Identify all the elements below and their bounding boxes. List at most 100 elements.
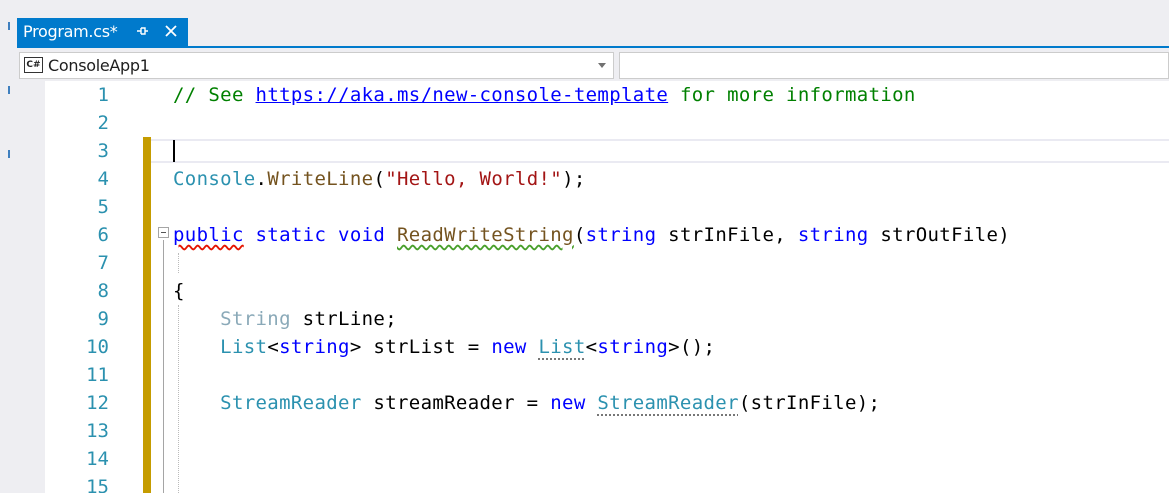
code-line[interactable]: 14: [45, 445, 1169, 473]
code-line[interactable]: 15: [45, 473, 1169, 493]
code-token: new: [491, 336, 539, 358]
line-number: 10: [86, 336, 109, 358]
change-indicator: [143, 417, 151, 445]
collapse-region-icon[interactable]: [158, 227, 169, 238]
code-token: > strList =: [349, 336, 492, 358]
code-token: string: [797, 224, 869, 246]
change-indicator: [143, 165, 151, 193]
code-token: https://aka.ms/new-console-template: [255, 84, 669, 106]
code-line[interactable]: 1 // See https://aka.ms/new-console-templ…: [45, 81, 1169, 109]
line-number: 8: [97, 280, 109, 302]
code-line[interactable]: 11: [45, 361, 1169, 389]
left-toolbox-strip[interactable]: [0, 0, 17, 493]
project-dropdown[interactable]: C# ConsoleApp1: [19, 52, 614, 79]
close-icon[interactable]: [163, 23, 179, 39]
code-line[interactable]: 13: [45, 417, 1169, 445]
code-token: strOutFile): [868, 224, 1011, 246]
line-number: 3: [97, 140, 109, 162]
change-indicator: [143, 389, 151, 417]
tab-program-cs[interactable]: Program.cs*: [17, 18, 188, 46]
code-line[interactable]: 9 String strLine;: [45, 305, 1169, 333]
line-number: 14: [86, 448, 109, 470]
line-number: 2: [97, 112, 109, 134]
code-token: string: [597, 336, 669, 358]
tab-title: Program.cs*: [23, 22, 118, 41]
change-indicator: [143, 249, 151, 277]
member-dropdown[interactable]: [619, 52, 1169, 79]
pin-icon[interactable]: [135, 24, 149, 38]
code-token: {: [173, 280, 185, 302]
chevron-down-icon[interactable]: [598, 63, 606, 68]
code-line[interactable]: 6 public static void ReadWriteString(stri…: [45, 221, 1169, 249]
indent-guide: [178, 305, 179, 493]
code-token: new: [550, 392, 598, 414]
line-number: 6: [97, 224, 109, 246]
current-line-highlight: [151, 139, 1169, 163]
code-editor[interactable]: 1 // See https://aka.ms/new-console-templ…: [45, 81, 1169, 493]
code-token: (: [573, 224, 586, 246]
code-line[interactable]: 12 StreamReader streamReader = new Strea…: [45, 389, 1169, 417]
code-text: {: [173, 277, 185, 305]
code-token: String: [173, 308, 291, 330]
code-line[interactable]: 3: [45, 137, 1169, 165]
code-token: (strInFile);: [738, 392, 881, 414]
code-text: Console.WriteLine("Hello, World!");: [173, 165, 586, 193]
code-token: WriteLine: [267, 168, 374, 190]
code-token: List: [173, 336, 268, 358]
indent-guide: [178, 253, 179, 273]
navigation-bar: C# ConsoleApp1: [17, 50, 1169, 80]
code-line[interactable]: 4 Console.WriteLine("Hello, World!");: [45, 165, 1169, 193]
code-token: (: [373, 168, 386, 190]
code-token: public: [173, 224, 244, 246]
code-line[interactable]: 5: [45, 193, 1169, 221]
code-token: ReadWriteString: [397, 224, 574, 246]
line-number: 9: [97, 308, 109, 330]
line-number: 1: [97, 84, 109, 106]
text-caret: [173, 140, 175, 162]
document-tab-bar: Program.cs*: [17, 18, 1169, 48]
change-indicator: [143, 277, 151, 305]
change-indicator: [143, 473, 151, 493]
change-indicator: [143, 333, 151, 361]
code-line[interactable]: 2: [45, 109, 1169, 137]
code-token: for more information: [668, 84, 916, 106]
code-token: <: [585, 336, 598, 358]
change-indicator: [143, 445, 151, 473]
code-token: );: [562, 168, 586, 190]
code-text: public static void ReadWriteString(strin…: [173, 221, 1010, 249]
code-token: string: [279, 336, 350, 358]
project-name: ConsoleApp1: [48, 56, 150, 75]
code-token: Console: [173, 168, 256, 190]
code-token: string: [585, 224, 657, 246]
change-indicator: [143, 305, 151, 333]
csharp-project-icon: C#: [24, 57, 43, 73]
code-token: streamReader =: [361, 392, 551, 414]
code-text: List<string> strList = new List<string>(…: [173, 333, 715, 361]
code-token: List: [538, 336, 586, 358]
code-token: strLine;: [290, 308, 397, 330]
change-indicator: [143, 137, 151, 165]
line-number: 15: [86, 476, 109, 493]
code-text: String strLine;: [173, 305, 397, 333]
code-token: static void: [243, 224, 397, 246]
code-line[interactable]: 7: [45, 249, 1169, 277]
change-indicator: [143, 221, 151, 249]
code-line[interactable]: 8{: [45, 277, 1169, 305]
code-token: StreamReader: [173, 392, 362, 414]
code-line[interactable]: 10 List<string> strList = new List<strin…: [45, 333, 1169, 361]
code-text: StreamReader streamReader = new StreamRe…: [173, 389, 880, 417]
code-token: <: [267, 336, 280, 358]
line-number: 11: [86, 364, 109, 386]
line-number: 13: [86, 420, 109, 442]
code-token: strInFile,: [656, 224, 798, 246]
code-text: // See https://aka.ms/new-console-templa…: [173, 81, 916, 109]
line-number: 4: [97, 168, 109, 190]
line-number: 5: [97, 196, 109, 218]
outlining-line: [163, 240, 164, 493]
code-token: StreamReader: [597, 392, 739, 414]
code-token: "Hello, World!": [385, 168, 563, 190]
change-indicator: [143, 193, 151, 221]
line-number: 7: [97, 252, 109, 274]
code-token: .: [255, 168, 268, 190]
change-indicator: [143, 361, 151, 389]
